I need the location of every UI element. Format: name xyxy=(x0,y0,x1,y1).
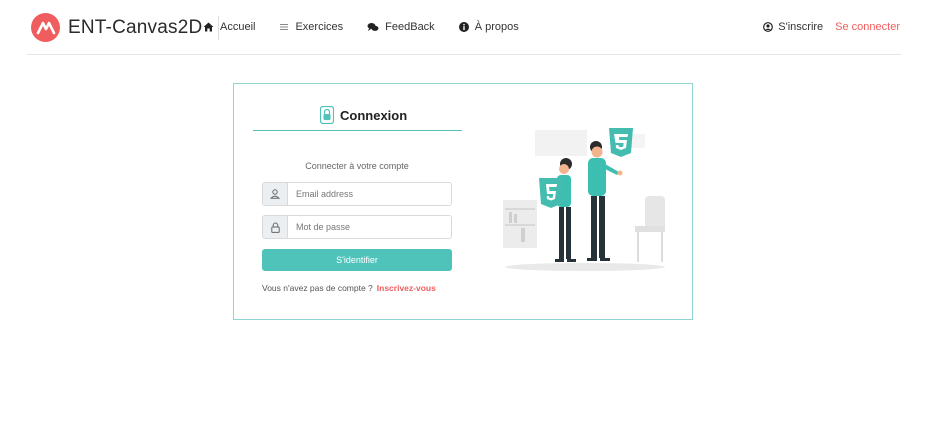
brand[interactable]: ENT-Canvas2D xyxy=(31,13,202,42)
nav-item-feedback[interactable]: FeedBack xyxy=(367,21,435,33)
register-prompt: Vous n'avez pas de compte ? Inscrivez-vou… xyxy=(262,283,436,293)
no-account-text: Vous n'avez pas de compte ? xyxy=(262,283,373,293)
nav-item-label: FeedBack xyxy=(385,21,435,33)
list-icon xyxy=(280,24,289,30)
comments-icon xyxy=(367,23,379,31)
email-input-group xyxy=(262,182,452,206)
nav-item-exercices[interactable]: Exercices xyxy=(279,21,343,33)
register-link[interactable]: Inscrivez-vous xyxy=(377,283,436,293)
nav-links: Accueil Exercices FeedBack À propos xyxy=(203,21,543,33)
user-icon xyxy=(263,183,288,205)
nav-item-label: À propos xyxy=(474,21,519,33)
login-submit-button[interactable]: S'identifier xyxy=(262,249,452,271)
login-link[interactable]: Se connecter xyxy=(835,21,900,33)
password-input[interactable] xyxy=(288,216,451,238)
logo-icon xyxy=(31,13,60,42)
login-card: Connexion Connecter à votre compte S'ide… xyxy=(233,83,693,320)
signup-label: S'inscrire xyxy=(778,21,824,33)
card-title: Connexion xyxy=(320,106,407,124)
nav-right: S'inscrire Se connecter xyxy=(763,21,900,33)
password-input-group xyxy=(262,215,452,239)
email-input[interactable] xyxy=(288,183,451,205)
nav-item-label: Accueil xyxy=(220,21,256,33)
illustration-image xyxy=(503,128,665,271)
home-icon xyxy=(203,22,214,32)
login-title: Connexion xyxy=(340,107,408,123)
nav-item-a-propos[interactable]: À propos xyxy=(458,21,519,33)
lock-icon xyxy=(320,106,334,124)
brand-name: ENT-Canvas2D xyxy=(68,16,203,38)
title-divider xyxy=(253,130,462,131)
nav-item-accueil[interactable]: Accueil xyxy=(203,21,255,33)
nav-item-label: Exercices xyxy=(295,21,344,33)
lock-outline-icon xyxy=(263,216,288,238)
login-subtitle: Connecter à votre compte xyxy=(305,161,409,171)
user-circle-icon xyxy=(763,22,774,32)
top-navbar: ENT-Canvas2D Accueil Exercices FeedBack … xyxy=(27,0,901,55)
info-icon xyxy=(458,22,469,32)
signup-link[interactable]: S'inscrire xyxy=(763,21,823,33)
